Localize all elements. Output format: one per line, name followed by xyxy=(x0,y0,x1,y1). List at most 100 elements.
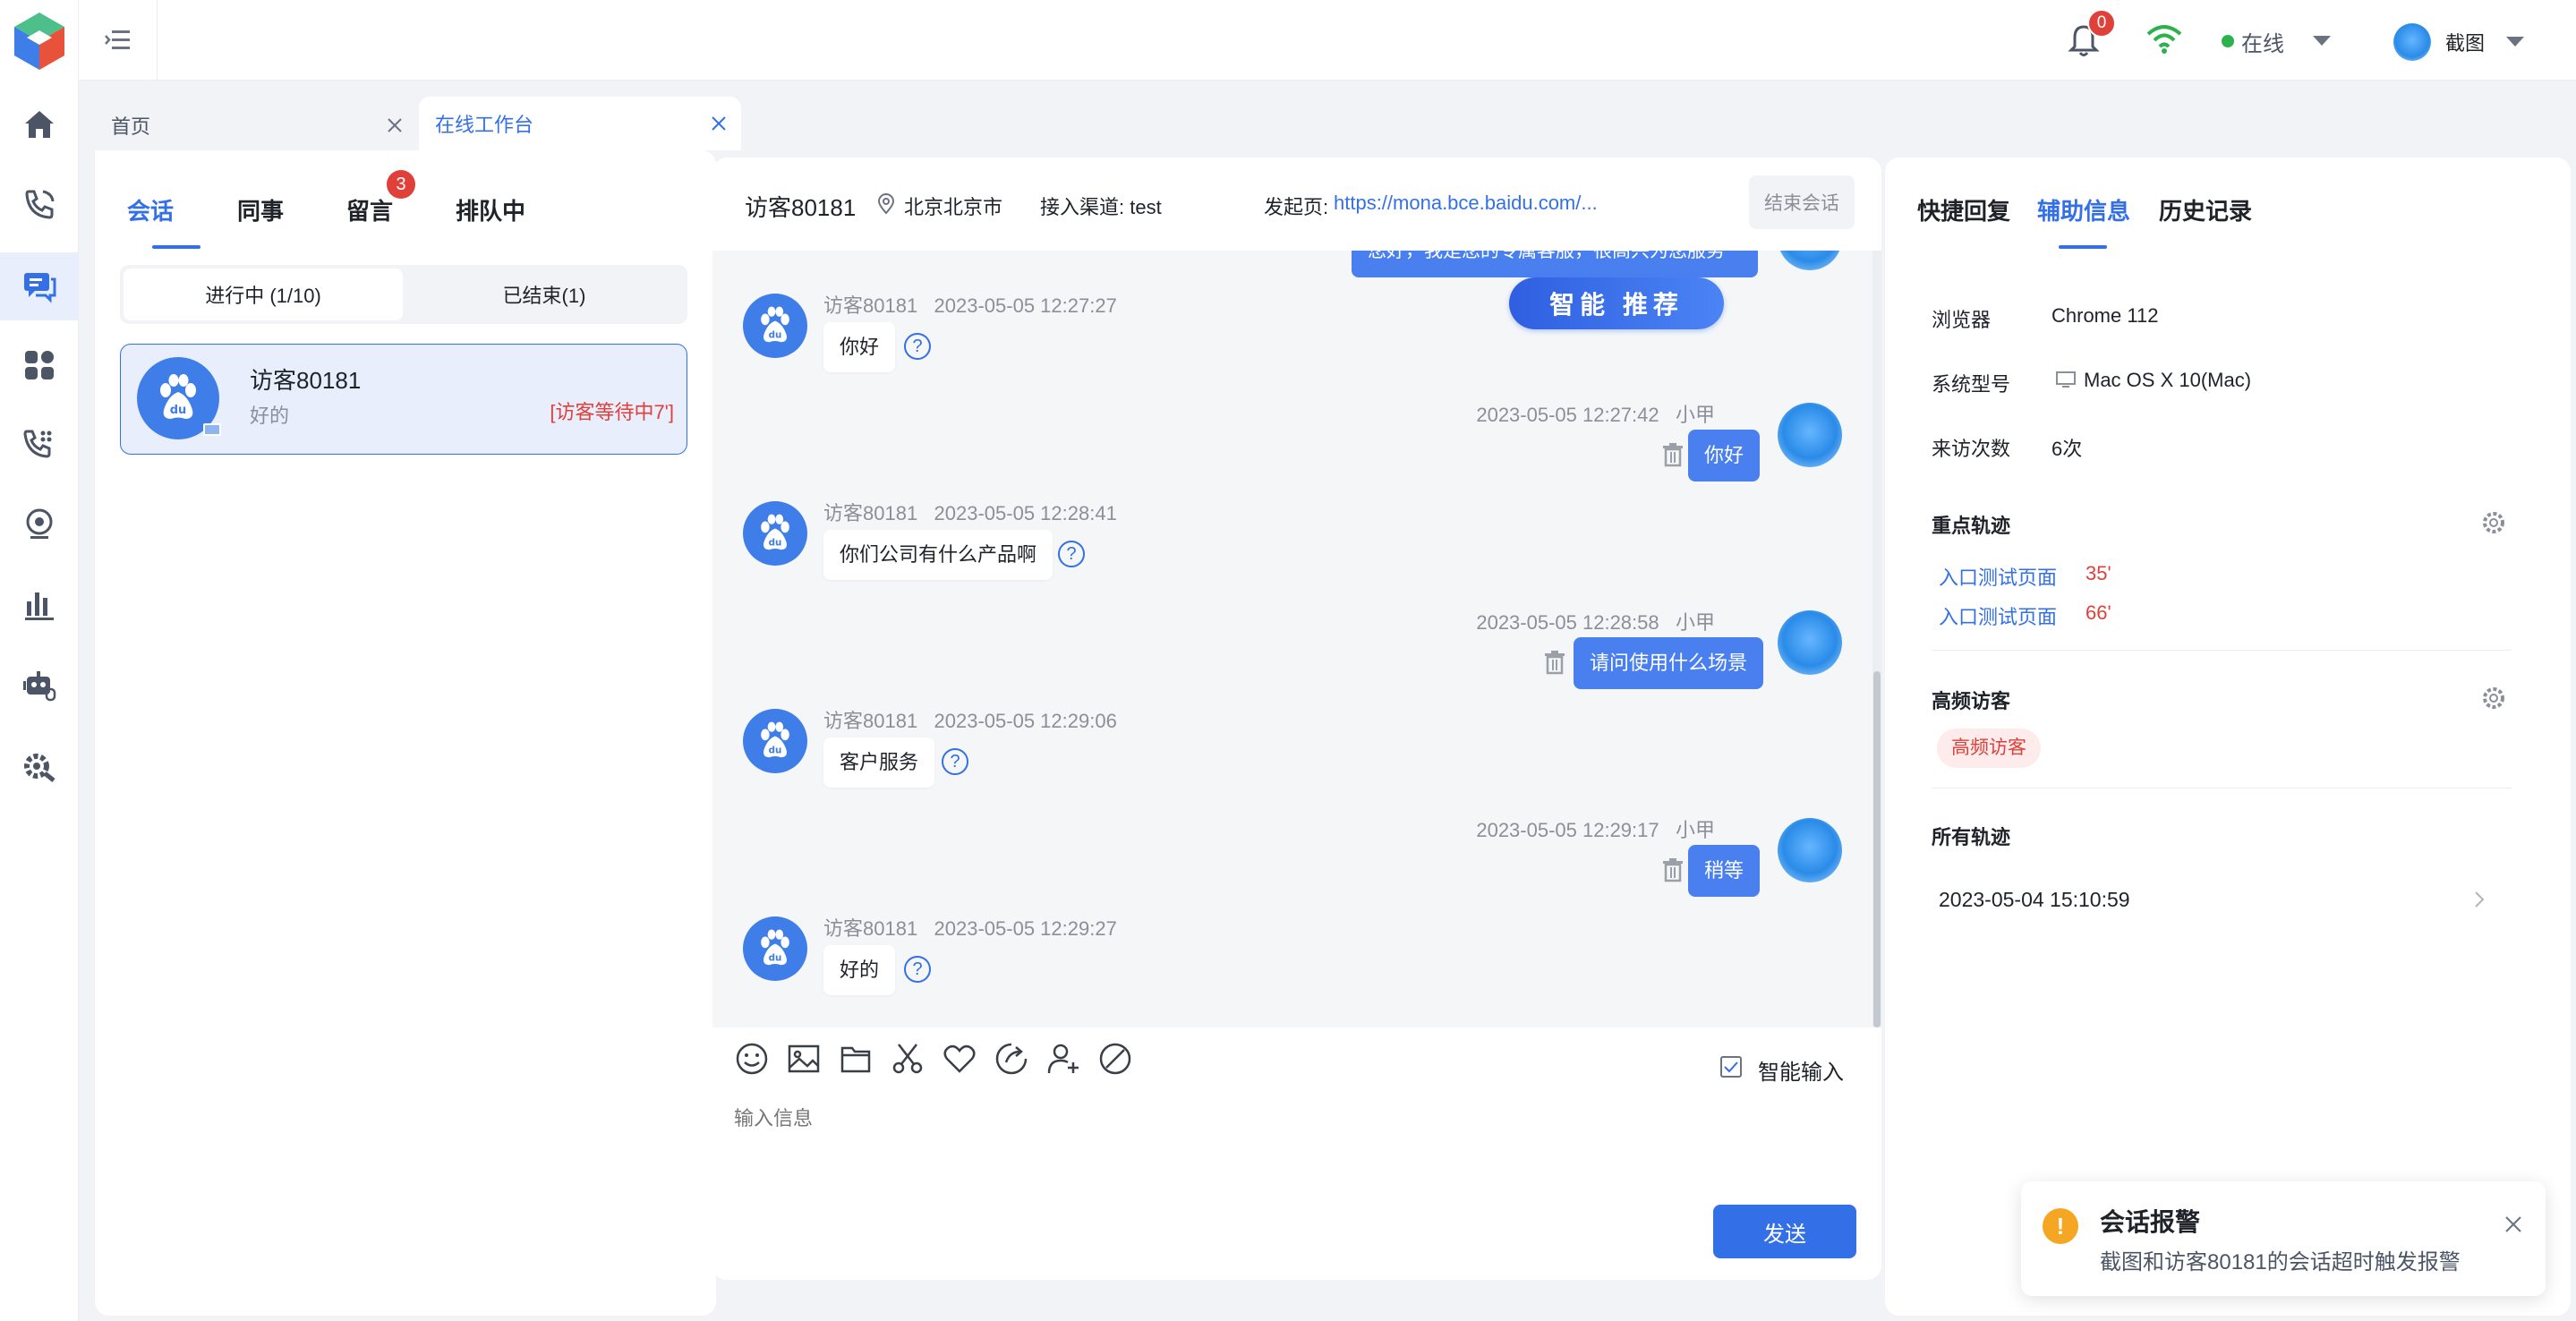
question-icon[interactable]: ? xyxy=(904,956,931,983)
chat-location: 北京北京市 xyxy=(904,196,1003,218)
tab-colleagues[interactable]: 同事 xyxy=(237,193,284,226)
rail-home[interactable] xyxy=(0,89,79,158)
chat-source-label: 发起页: xyxy=(1264,196,1329,218)
key-track-time: 35' xyxy=(2086,562,2111,584)
close-icon[interactable] xyxy=(711,115,727,132)
smart-input-label: 智能输入 xyxy=(1758,1061,1844,1085)
segment-ended[interactable]: 已结束(1) xyxy=(405,268,684,320)
emoji-icon[interactable] xyxy=(734,1041,770,1077)
rail-settings[interactable] xyxy=(0,732,79,800)
top-bar: 0 在线 截图 xyxy=(79,0,2576,81)
close-icon[interactable] xyxy=(387,117,403,133)
message-bubble-agent: 稍等 xyxy=(1688,845,1761,897)
all-tracks-item[interactable]: 2023-05-04 15:10:59 xyxy=(1932,868,2512,931)
transfer-icon[interactable] xyxy=(994,1041,1029,1077)
delete-icon[interactable] xyxy=(1661,442,1685,467)
rail-robot[interactable] xyxy=(0,652,79,720)
add-user-icon[interactable] xyxy=(1045,1041,1081,1077)
baidu-paw-icon: du xyxy=(761,721,789,758)
session-last-message: 好的 xyxy=(250,405,290,427)
chat-header: 访客80181 北京北京市 接入渠道: test 发起页: https://mo… xyxy=(712,158,1881,251)
question-icon[interactable]: ? xyxy=(904,333,931,360)
message-scrollbar-thumb[interactable] xyxy=(1873,671,1881,1027)
visitor-avatar: du xyxy=(743,501,807,566)
baidu-paw-icon: du xyxy=(761,929,789,966)
question-icon[interactable]: ? xyxy=(942,748,968,775)
tab-queue[interactable]: 排队中 xyxy=(456,193,525,226)
folder-icon[interactable] xyxy=(838,1041,874,1077)
delete-icon[interactable] xyxy=(1661,857,1685,882)
tab-sessions[interactable]: 会话 xyxy=(127,193,174,226)
message-meta: 访客80181 2023-05-05 12:27:27 xyxy=(823,294,1117,317)
rail-chat[interactable] xyxy=(0,252,79,320)
session-wait-status: [访客等待中7'] xyxy=(550,401,674,423)
question-icon[interactable]: ? xyxy=(1058,541,1085,567)
online-status-label: 在线 xyxy=(2241,31,2284,56)
rail-stats[interactable] xyxy=(0,571,79,639)
info-label-browser: 浏览器 xyxy=(1932,309,1992,331)
notification-bell[interactable]: 0 xyxy=(2068,9,2116,63)
robot-icon xyxy=(23,671,56,702)
online-status-select[interactable]: 在线 xyxy=(2222,25,2331,57)
menu-toggle[interactable] xyxy=(79,0,158,81)
session-segment: 进行中 (1/10) 已结束(1) xyxy=(120,265,687,324)
image-icon[interactable] xyxy=(786,1041,822,1077)
tab-assist-info[interactable]: 辅助信息 xyxy=(2037,193,2130,226)
agent-avatar xyxy=(1778,818,1842,882)
block-icon[interactable] xyxy=(1097,1041,1133,1077)
tab-history[interactable]: 历史记录 xyxy=(2159,193,2252,226)
delete-icon[interactable] xyxy=(1543,650,1566,675)
wifi-icon xyxy=(2146,25,2182,54)
gear-icon[interactable] xyxy=(2481,510,2506,535)
key-track-page[interactable]: 入口测试页面 xyxy=(1939,601,2057,630)
rail-monitor[interactable] xyxy=(0,490,79,558)
svg-text:du: du xyxy=(170,404,187,417)
bar-chart-icon xyxy=(25,592,54,620)
session-visitor-name: 访客80181 xyxy=(250,367,362,394)
check-icon xyxy=(1724,1061,1738,1073)
tab-quick-reply[interactable]: 快捷回复 xyxy=(1917,193,2010,226)
message-meta: 访客80181 2023-05-05 12:29:27 xyxy=(823,917,1117,940)
svg-text:du: du xyxy=(769,537,782,548)
divider xyxy=(1932,650,2512,651)
session-card[interactable]: du 访客80181 好的 [访客等待中7'] xyxy=(120,344,687,455)
tab-label: 在线工作台 xyxy=(435,114,534,136)
segment-ongoing[interactable]: 进行中 (1/10) xyxy=(124,268,403,320)
rail-call[interactable] xyxy=(0,170,79,238)
tab-messages[interactable]: 留言 xyxy=(346,193,393,226)
chat-channel: 接入渠道: test xyxy=(1040,196,1162,218)
frequent-visitor-title: 高频访客 xyxy=(1932,690,2011,712)
baidu-paw-icon: du xyxy=(160,374,196,419)
scissors-icon[interactable] xyxy=(890,1041,925,1077)
tab-workbench[interactable]: 在线工作台 xyxy=(419,97,741,150)
chat-source-url[interactable]: https://mona.bce.baidu.com/... xyxy=(1334,192,1598,215)
message-bubble-visitor: 你们公司有什么产品啊 xyxy=(823,530,1053,580)
message-input[interactable] xyxy=(734,1103,1862,1192)
smart-input-checkbox[interactable] xyxy=(1720,1056,1742,1078)
message-bubble-visitor: 好的 xyxy=(823,945,896,995)
tab-home[interactable]: 首页 xyxy=(95,100,417,150)
rail-apps[interactable] xyxy=(0,331,79,399)
desktop-icon xyxy=(2056,371,2076,388)
send-button[interactable]: 发送 xyxy=(1713,1205,1856,1258)
info-value-browser: Chrome 112 xyxy=(2051,304,2159,327)
notification-badge: 0 xyxy=(2087,9,2116,38)
gear-icon[interactable] xyxy=(2481,686,2506,711)
app-logo[interactable] xyxy=(0,7,79,75)
user-menu[interactable]: 截图 xyxy=(2393,23,2525,61)
visitor-avatar: du xyxy=(743,916,807,981)
message-meta: 2023-05-05 12:28:58 小甲 xyxy=(1476,611,1715,634)
device-badge xyxy=(203,423,221,436)
all-tracks-title: 所有轨迹 xyxy=(1932,826,2011,848)
rail-callcenter[interactable] xyxy=(0,410,79,478)
webcam-icon xyxy=(26,508,53,539)
messages-badge: 3 xyxy=(387,170,415,199)
smart-recommend-badge[interactable]: 智能 推荐 xyxy=(1509,277,1724,329)
key-track-page[interactable]: 入口测试页面 xyxy=(1939,562,2057,591)
end-session-button[interactable]: 结束会话 xyxy=(1749,175,1855,229)
close-icon[interactable] xyxy=(2504,1215,2522,1233)
agent-avatar xyxy=(1778,610,1842,675)
heart-icon[interactable] xyxy=(942,1041,977,1077)
alert-toast: ! 会话报警 截图和访客80181的会话超时触发报警 xyxy=(2021,1181,2546,1296)
toast-body: 截图和访客80181的会话超时触发报警 xyxy=(2100,1250,2461,1274)
